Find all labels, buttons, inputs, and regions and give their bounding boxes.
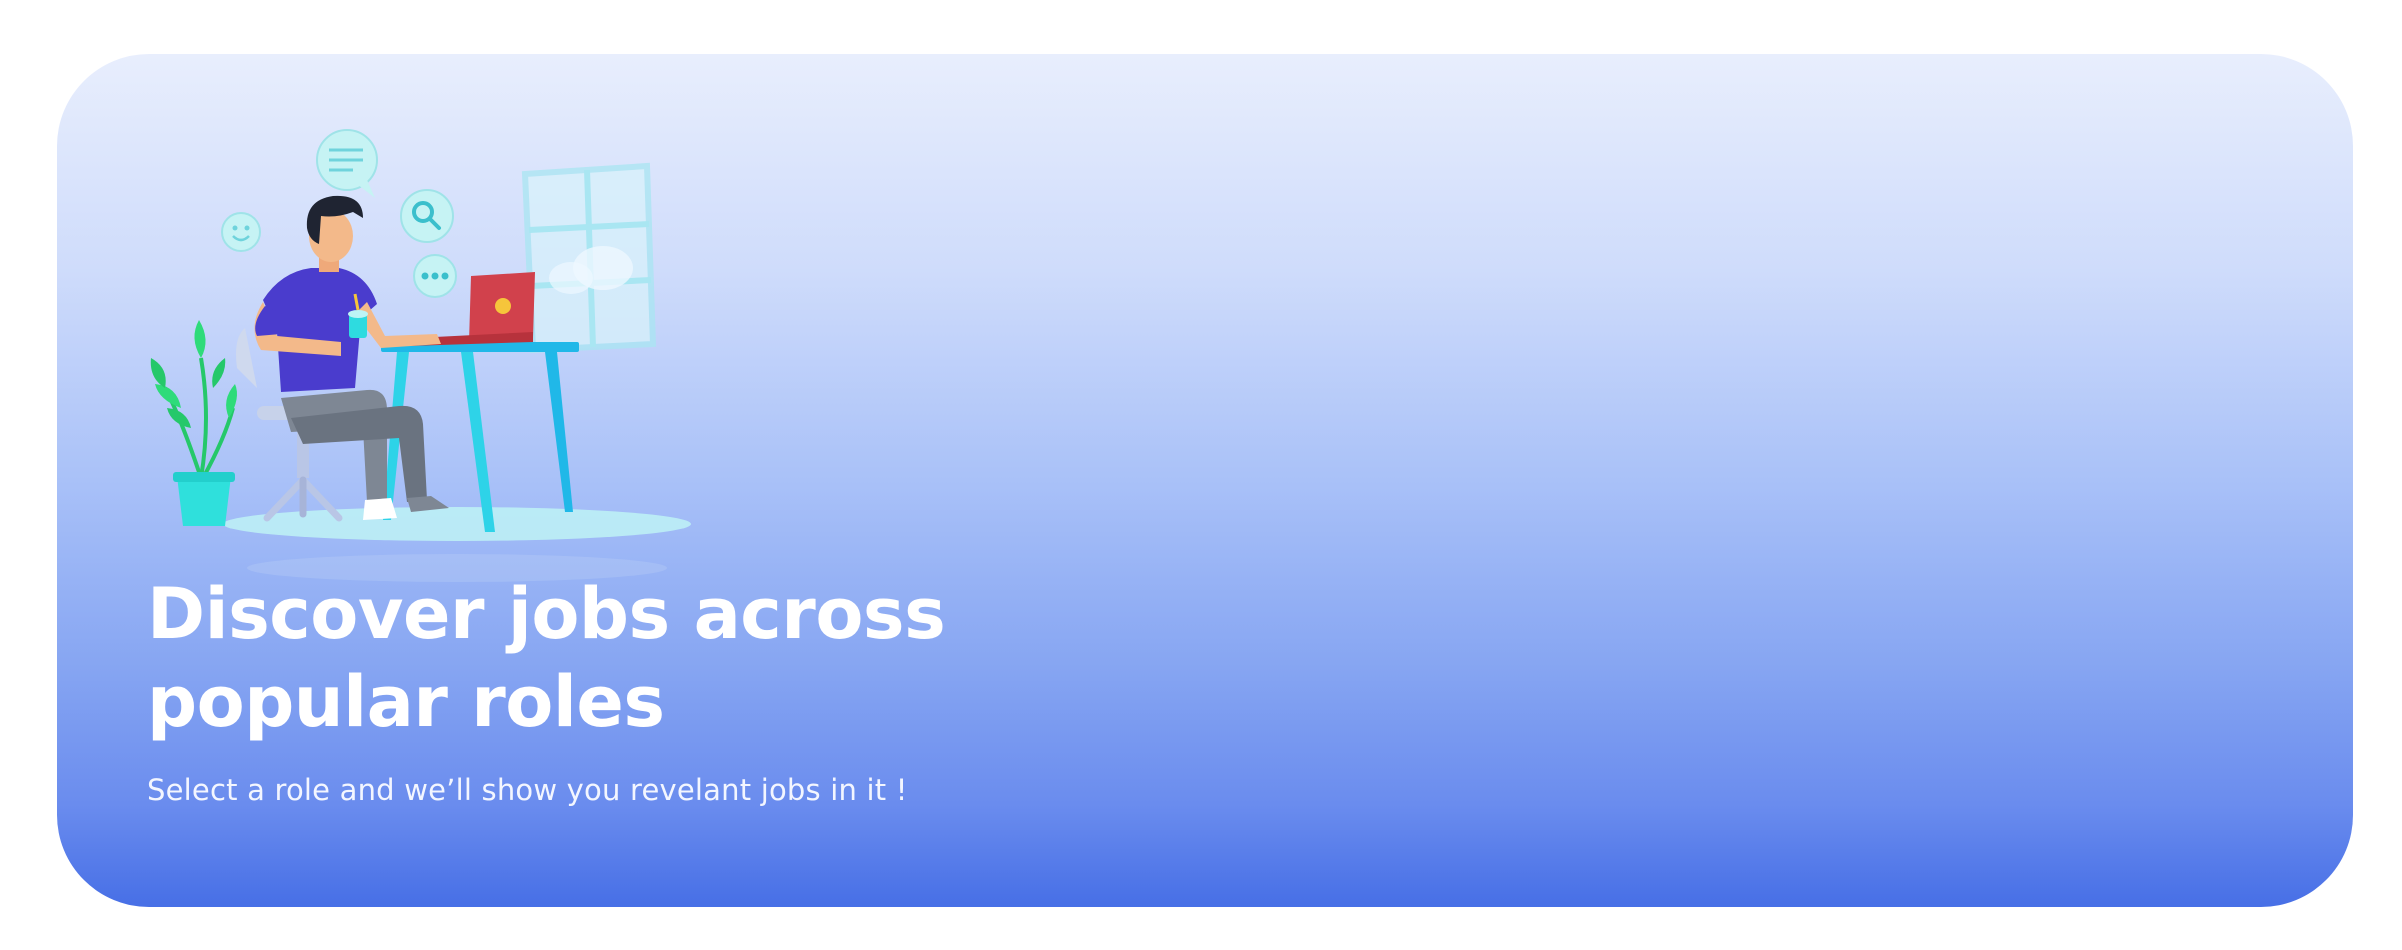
page-subtitle: Select a role and we’ll show you revelan… (147, 773, 908, 807)
floor-shadow (223, 507, 691, 541)
person-at-laptop-illustration (150, 129, 691, 582)
potted-plant-icon (150, 320, 237, 526)
chat-bubble-icon (316, 129, 378, 198)
title-line-1: Discover jobs across (147, 573, 946, 655)
typing-bubble-icon (413, 254, 457, 298)
smiley-bubble-icon (221, 212, 261, 252)
window-icon (521, 162, 657, 354)
person-figure (254, 195, 449, 520)
title-line-2: popular roles (147, 661, 665, 743)
page-title: Discover jobs across popular roles (147, 570, 1247, 746)
search-bubble-icon (400, 189, 454, 243)
discover-jobs-banner: Discover jobs across popular roles Selec… (57, 54, 2353, 907)
